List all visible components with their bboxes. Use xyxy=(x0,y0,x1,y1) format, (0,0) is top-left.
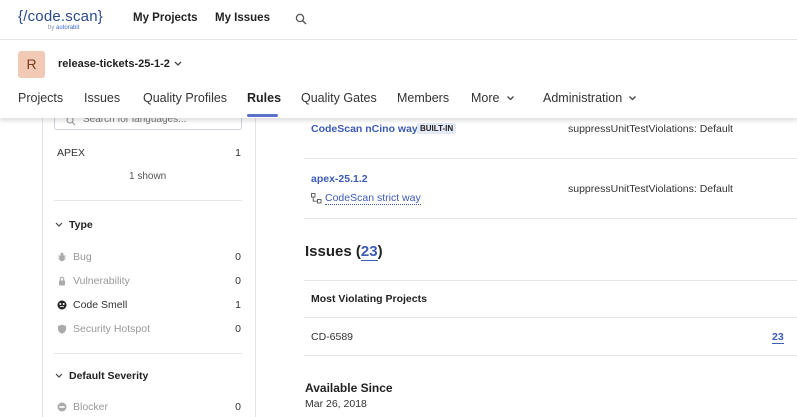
facet-divider xyxy=(54,353,242,354)
chevron-down-icon xyxy=(55,373,63,379)
profile-parameter: suppressUnitTestViolations: Default xyxy=(568,183,733,195)
most-violating-heading: Most Violating Projects xyxy=(311,293,427,305)
row-divider xyxy=(304,218,797,219)
row-divider xyxy=(304,317,797,318)
logo-text: {/code.scan} xyxy=(18,8,103,25)
project-name[interactable]: release-tickets-25-1-2 xyxy=(58,58,170,70)
facet-count: 0 xyxy=(235,251,241,263)
row-divider xyxy=(304,355,797,356)
facet-count: 0 xyxy=(235,323,241,335)
active-tab-indicator xyxy=(247,114,278,117)
profile-link-codescan-ncino[interactable]: CodeScan nCino way xyxy=(311,123,418,135)
facets-sidebar: APEX 1 1 shown Type Bug 0 Vulnerability … xyxy=(42,112,256,417)
available-since-heading: Available Since xyxy=(305,381,393,395)
codescan-logo[interactable]: {/code.scan} by autorabit xyxy=(18,8,103,31)
tab-members[interactable]: Members xyxy=(397,91,449,105)
code-smell-icon xyxy=(57,300,67,310)
chevron-down-icon xyxy=(55,222,63,228)
lock-icon xyxy=(59,276,65,286)
language-facet-apex[interactable]: APEX 1 xyxy=(57,147,241,163)
chevron-down-icon[interactable] xyxy=(628,95,637,102)
built-in-badge: BUILT-IN xyxy=(417,123,457,134)
logo-sub-prefix: by xyxy=(48,25,55,31)
facet-label: Blocker xyxy=(73,401,109,413)
tab-rules[interactable]: Rules xyxy=(247,91,281,105)
violating-project-count-link[interactable]: 23 xyxy=(772,331,784,344)
facet-count: 0 xyxy=(235,275,241,287)
tab-quality-gates[interactable]: Quality Gates xyxy=(301,91,377,105)
issues-label: Issues xyxy=(305,243,352,260)
type-facet-security-hotspot[interactable]: Security Hotspot 0 xyxy=(57,323,241,339)
bug-icon xyxy=(58,252,66,262)
project-tabs: Projects Issues Quality Profiles Rules Q… xyxy=(0,86,797,118)
row-divider xyxy=(304,280,797,281)
facet-label: Security Hotspot xyxy=(73,323,151,335)
facet-divider xyxy=(54,200,242,201)
tab-projects[interactable]: Projects xyxy=(18,91,63,105)
row-divider xyxy=(304,158,797,159)
severity-facet-header[interactable]: Default Severity xyxy=(55,370,148,382)
facet-label: Bug xyxy=(73,251,92,263)
tab-more[interactable]: More xyxy=(471,91,499,105)
chevron-down-icon[interactable] xyxy=(506,95,515,102)
available-since-date: Mar 26, 2018 xyxy=(305,398,367,410)
tab-issues[interactable]: Issues xyxy=(84,91,120,105)
search-icon[interactable] xyxy=(295,13,307,25)
type-facet-header[interactable]: Type xyxy=(55,219,93,231)
tab-administration[interactable]: Administration xyxy=(543,91,622,105)
issues-heading: Issues (23) xyxy=(305,243,383,261)
type-facet-code-smell[interactable]: Code Smell 1 xyxy=(57,299,241,315)
type-facet-vulnerability[interactable]: Vulnerability 0 xyxy=(57,275,241,291)
chevron-down-icon[interactable] xyxy=(173,60,183,68)
project-avatar: R xyxy=(18,51,45,78)
logo-sub-brand: autorabit xyxy=(56,25,80,31)
type-facet-bug[interactable]: Bug 0 xyxy=(57,251,241,267)
facet-label: Code Smell xyxy=(73,299,128,311)
parent-profile-link[interactable]: CodeScan strict way xyxy=(325,192,421,205)
profile-link-apex[interactable]: apex-25.1.2 xyxy=(311,173,368,185)
violating-project-name: CD-6589 xyxy=(311,331,354,343)
shown-count: 1 shown xyxy=(129,171,167,182)
logo-subtitle: by autorabit xyxy=(48,25,79,31)
top-navbar: {/code.scan} by autorabit My Projects My… xyxy=(0,0,797,40)
nav-my-projects[interactable]: My Projects xyxy=(133,12,198,24)
issues-count-link[interactable]: 23 xyxy=(360,243,378,261)
issues-paren-close: ) xyxy=(377,243,383,260)
facet-title: Default Severity xyxy=(69,370,149,382)
facet-title: Type xyxy=(69,219,93,231)
severity-facet-blocker[interactable]: Blocker 0 xyxy=(57,401,241,417)
facet-label: APEX xyxy=(57,147,86,159)
tab-quality-profiles[interactable]: Quality Profiles xyxy=(143,91,227,105)
blocker-icon xyxy=(57,402,67,412)
facet-count: 1 xyxy=(235,299,241,311)
nav-my-issues[interactable]: My Issues xyxy=(215,12,270,24)
inheritance-icon xyxy=(311,193,322,204)
facet-label: Vulnerability xyxy=(73,275,130,287)
profile-parameter: suppressUnitTestViolations: Default xyxy=(568,123,733,135)
facet-count: 1 xyxy=(235,147,241,159)
facet-count: 0 xyxy=(235,401,241,413)
shield-icon xyxy=(58,324,66,334)
